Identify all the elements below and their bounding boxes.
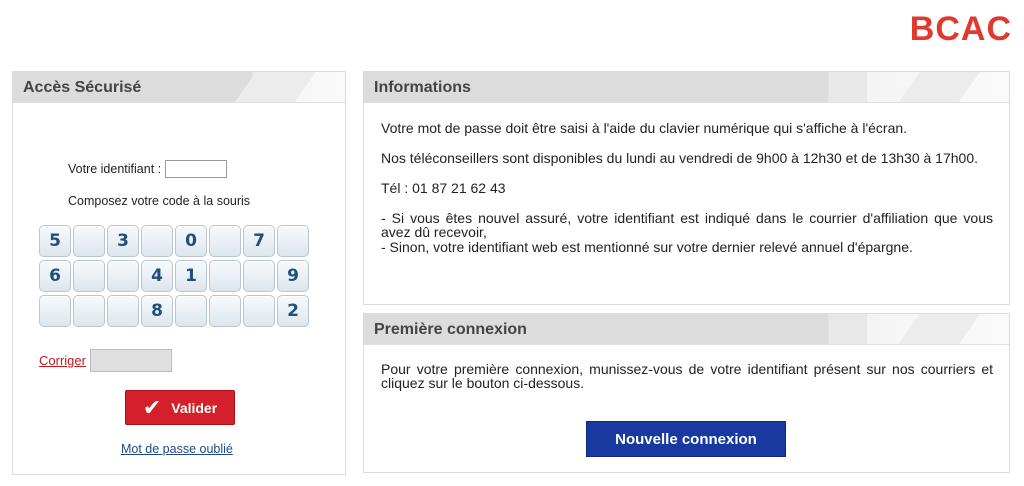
- keypad-row: 5 3 0 7: [39, 225, 311, 257]
- keypad-key[interactable]: 6: [39, 260, 71, 292]
- forgot-password-link[interactable]: Mot de passe oublié: [121, 442, 233, 456]
- keypad-key[interactable]: 9: [277, 260, 309, 292]
- info-new-member-text: - Si vous êtes nouvel assuré, votre iden…: [381, 210, 993, 240]
- keypad-row: 6 4 1 9: [39, 260, 311, 292]
- keypad-key[interactable]: [175, 295, 207, 327]
- info-phone-text: Tél : 01 87 21 62 43: [381, 180, 506, 196]
- correct-row: Corriger: [39, 349, 172, 372]
- identifier-label: Votre identifiant :: [68, 162, 162, 176]
- keypad-key[interactable]: [277, 225, 309, 257]
- compose-code-label: Composez votre code à la souris: [68, 194, 251, 208]
- keypad-key[interactable]: 0: [175, 225, 207, 257]
- bcac-logo: BCAC: [909, 10, 1012, 48]
- keypad-key[interactable]: [107, 260, 139, 292]
- keypad-key[interactable]: [73, 260, 105, 292]
- keypad-key[interactable]: [107, 295, 139, 327]
- keypad-key[interactable]: [209, 225, 241, 257]
- first-connection-header: Première connexion: [364, 314, 1009, 345]
- first-connection-panel: Première connexion Pour votre première c…: [363, 313, 1010, 473]
- keypad-key[interactable]: 5: [39, 225, 71, 257]
- keypad-key[interactable]: [141, 225, 173, 257]
- keypad-row: 8 2: [39, 295, 311, 327]
- info-statement-text: - Sinon, votre identifiant web est menti…: [381, 239, 913, 255]
- secure-access-panel: Accès Sécurisé Votre identifiant : Compo…: [12, 71, 346, 475]
- keypad-key[interactable]: 2: [277, 295, 309, 327]
- keypad-key[interactable]: [243, 295, 275, 327]
- correct-link[interactable]: Corriger: [39, 353, 86, 368]
- first-connection-text: Pour votre première connexion, munissez-…: [381, 361, 993, 391]
- keypad-key[interactable]: 3: [107, 225, 139, 257]
- validate-button[interactable]: ✔ Valider: [125, 390, 235, 425]
- first-connection-title: Première connexion: [374, 321, 527, 338]
- new-connection-button[interactable]: Nouvelle connexion: [586, 421, 786, 457]
- information-title: Informations: [374, 79, 471, 96]
- keypad-key[interactable]: [39, 295, 71, 327]
- information-panel: Informations Votre mot de passe doit êtr…: [363, 71, 1010, 305]
- validate-label: Valider: [171, 399, 218, 416]
- keypad-key[interactable]: 7: [243, 225, 275, 257]
- information-header: Informations: [364, 72, 1009, 103]
- info-password-text: Votre mot de passe doit être saisi à l'a…: [381, 120, 908, 136]
- code-display-field: [89, 349, 172, 372]
- identifier-row: Votre identifiant :: [68, 160, 228, 178]
- secure-access-header: Accès Sécurisé: [13, 72, 345, 103]
- keypad-key[interactable]: [209, 295, 241, 327]
- keypad-key[interactable]: [209, 260, 241, 292]
- keypad-key[interactable]: 1: [175, 260, 207, 292]
- keypad-key[interactable]: [73, 295, 105, 327]
- keypad-key[interactable]: [243, 260, 275, 292]
- identifier-input[interactable]: [165, 160, 228, 178]
- info-hours-text: Nos téléconseillers sont disponibles du …: [381, 150, 978, 166]
- secure-access-title: Accès Sécurisé: [23, 79, 142, 96]
- keypad-key[interactable]: 4: [141, 260, 173, 292]
- checkmark-icon: ✔: [142, 394, 162, 420]
- virtual-keypad: 5 3 0 7 6 4 1 9 8 2: [39, 225, 311, 330]
- keypad-key[interactable]: 8: [141, 295, 173, 327]
- keypad-key[interactable]: [73, 225, 105, 257]
